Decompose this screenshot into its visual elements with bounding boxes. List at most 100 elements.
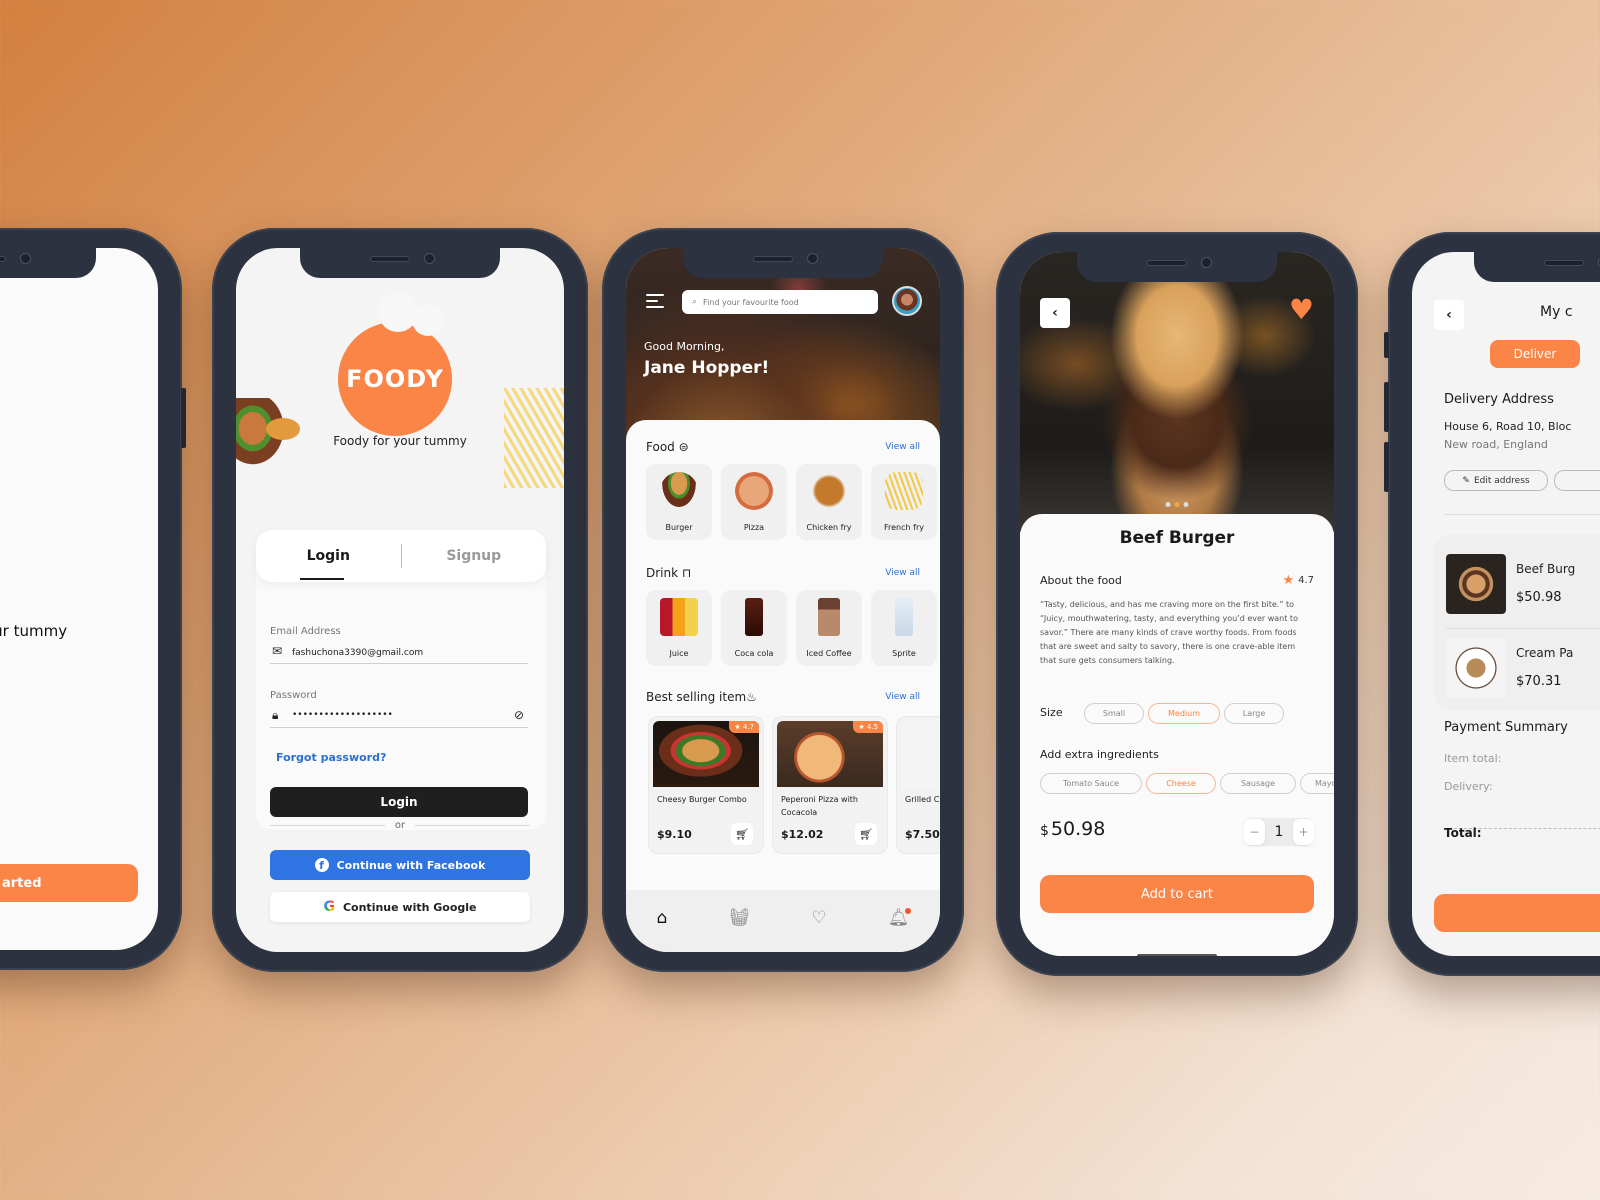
item-title: Grilled Chicken Salad [905, 795, 940, 804]
side-button [181, 388, 186, 448]
back-button[interactable]: ‹ [1434, 300, 1464, 330]
fire-icon: ♨ [746, 690, 757, 704]
get-started-button[interactable]: arted [0, 864, 138, 902]
burger-photo [1020, 252, 1334, 532]
tagline: Foody for your tummy [333, 434, 467, 448]
login-button[interactable]: Login [270, 787, 528, 817]
eye-off-icon[interactable]: ⊘ [514, 708, 524, 722]
item-title: Cheesy Burger Combo [657, 795, 747, 804]
carousel-dot[interactable] [1165, 502, 1171, 507]
category-label: Burger [665, 523, 693, 532]
category-pizza[interactable]: Pizza [721, 464, 787, 540]
home-icon[interactable]: ⌂ [657, 908, 668, 928]
category-chicken-fry[interactable]: Chicken fry [796, 464, 862, 540]
best-item-card[interactable]: Grilled Chicken Salad $7.50 [896, 716, 940, 854]
chicken-image [810, 472, 848, 510]
category-french-fry[interactable]: French fry [871, 464, 937, 540]
tab-deliver[interactable]: Deliver [1490, 340, 1580, 368]
carousel-dot-active[interactable] [1174, 502, 1180, 507]
carousel-dot[interactable] [1183, 502, 1189, 507]
cart-item-name: Beef Burg [1516, 562, 1576, 576]
checkout-button[interactable]: Chec [1434, 894, 1600, 932]
menu-icon[interactable] [646, 294, 664, 312]
payment-heading: Payment Summary [1444, 720, 1568, 735]
edit-address-button[interactable]: ✎ Edit address [1444, 470, 1548, 491]
favorite-heart-icon[interactable]: ♥ [1289, 296, 1314, 324]
search-bar[interactable]: ⌕ [682, 290, 878, 314]
best-item-card[interactable]: ★ 4.7 Cheesy Burger Combo $9.10 🛒︎ [648, 716, 764, 854]
increase-button[interactable]: + [1292, 819, 1314, 845]
tab-login[interactable]: Login [256, 548, 401, 564]
category-iced-coffee[interactable]: Iced Coffee [796, 590, 862, 666]
decrease-button[interactable]: − [1244, 819, 1265, 845]
avatar[interactable] [892, 286, 922, 316]
category-coca-cola[interactable]: Coca cola [721, 590, 787, 666]
extras-label: Add extra ingredients [1040, 748, 1159, 761]
food-description: “Tasty, delicious, and has me craving mo… [1040, 600, 1298, 665]
address-line-2: New road, England [1444, 438, 1548, 451]
category-label: Chicken fry [806, 523, 852, 532]
extra-cheese[interactable]: Cheese [1146, 773, 1216, 794]
drink-view-all[interactable]: View all [885, 568, 920, 578]
rating-badge: ★ 4.7 [729, 721, 759, 733]
cola-image [745, 598, 763, 636]
notch [300, 248, 500, 278]
size-small[interactable]: Small [1084, 703, 1144, 724]
extra-mayo[interactable]: Mayo [1300, 773, 1334, 794]
back-button[interactable]: ‹ [1040, 298, 1070, 328]
cart-item-price: $70.31 [1516, 674, 1562, 689]
quantity-stepper: − 1 + [1244, 818, 1314, 846]
item-total-label: Item total: [1444, 752, 1502, 765]
item-price: $7.50 [905, 828, 940, 841]
cup-icon: ⊓ [681, 566, 692, 580]
add-to-cart-button[interactable]: Add to cart [1040, 875, 1314, 913]
password-field[interactable]: ••••••••••••••••••• [292, 710, 393, 720]
greeting: Good Morning, [644, 340, 725, 353]
best-item-card[interactable]: ★ 4.5 Peperoni Pizza with Cocacola $12.0… [772, 716, 888, 854]
email-label: Email Address [270, 626, 341, 637]
notch [0, 248, 96, 278]
bell-icon[interactable]: 🔔︎ [888, 908, 912, 928]
phone-home: ⌕ Good Morning, Jane Hopper! Food ⊜ View… [602, 228, 964, 972]
best-view-all[interactable]: View all [885, 692, 920, 702]
category-juice[interactable]: Juice [646, 590, 712, 666]
search-input[interactable] [703, 297, 864, 307]
drink-section-title: Drink ⊓ [646, 566, 692, 580]
email-field[interactable]: fashuchona3390@gmail.com [292, 648, 423, 658]
edit-icon: ✎ [1462, 475, 1470, 486]
cart-item-price: $50.98 [1516, 590, 1562, 605]
extra-tomato-sauce[interactable]: Tomato Sauce [1040, 773, 1142, 794]
login-screen: FOODY Foody for your tummy Login Signup … [236, 248, 564, 952]
divider [1446, 628, 1600, 629]
size-label: Size [1040, 706, 1063, 719]
size-large[interactable]: Large [1224, 703, 1284, 724]
add-to-cart-icon[interactable]: 🛒︎ [731, 823, 753, 845]
phone-login: FOODY Foody for your tummy Login Signup … [212, 228, 588, 972]
item-image [901, 721, 940, 787]
side-button [1384, 382, 1389, 432]
google-button[interactable]: G Continue with Google [270, 892, 530, 922]
basket-icon[interactable]: 🧺︎ [729, 908, 751, 928]
email-underline [270, 663, 528, 664]
pizza-image [735, 472, 773, 510]
search-icon: ⌕ [692, 297, 698, 307]
category-sprite[interactable]: Sprite [871, 590, 937, 666]
food-section-title: Food ⊜ [646, 440, 689, 454]
add-to-cart-icon[interactable]: 🛒︎ [855, 823, 877, 845]
lock-icon: 🔒︎ [272, 708, 279, 722]
password-label: Password [270, 690, 317, 701]
detail-card: Beef Burger About the food ★ 4.7 “Tasty, … [1020, 514, 1334, 956]
facebook-button[interactable]: f Continue with Facebook [270, 850, 530, 880]
forgot-password-link[interactable]: Forgot password? [276, 751, 386, 764]
tab-signup[interactable]: Signup [402, 548, 547, 564]
bottom-nav: ⌂ 🧺︎ ♡ 🔔︎ [626, 890, 940, 952]
delivery-label: Delivery: [1444, 780, 1493, 793]
notch [1077, 252, 1277, 282]
item-price: $9.10 [657, 828, 692, 841]
category-burger[interactable]: Burger [646, 464, 712, 540]
heart-icon[interactable]: ♡ [811, 908, 826, 928]
size-medium[interactable]: Medium [1148, 703, 1220, 724]
extra-sausage[interactable]: Sausage [1220, 773, 1296, 794]
secondary-address-button[interactable] [1554, 470, 1600, 491]
food-view-all[interactable]: View all [885, 442, 920, 452]
